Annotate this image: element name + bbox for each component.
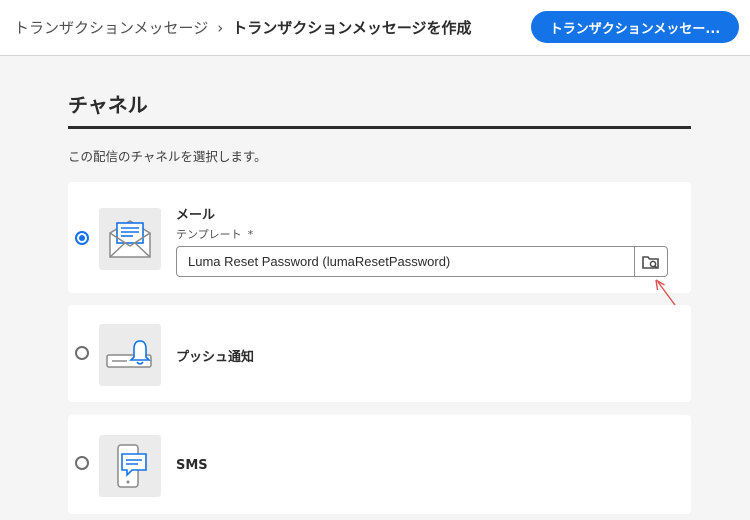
- channel-card-sms[interactable]: SMS: [68, 415, 691, 514]
- sms-phone-icon: [99, 435, 161, 497]
- push-bell-icon: [99, 324, 161, 386]
- push-channel-label: プッシュ通知: [176, 350, 255, 365]
- channel-card-push[interactable]: プッシュ通知: [68, 305, 691, 402]
- push-channel-radio[interactable]: [75, 346, 89, 360]
- sms-channel-label: SMS: [176, 458, 208, 473]
- sms-channel-radio[interactable]: [75, 456, 89, 470]
